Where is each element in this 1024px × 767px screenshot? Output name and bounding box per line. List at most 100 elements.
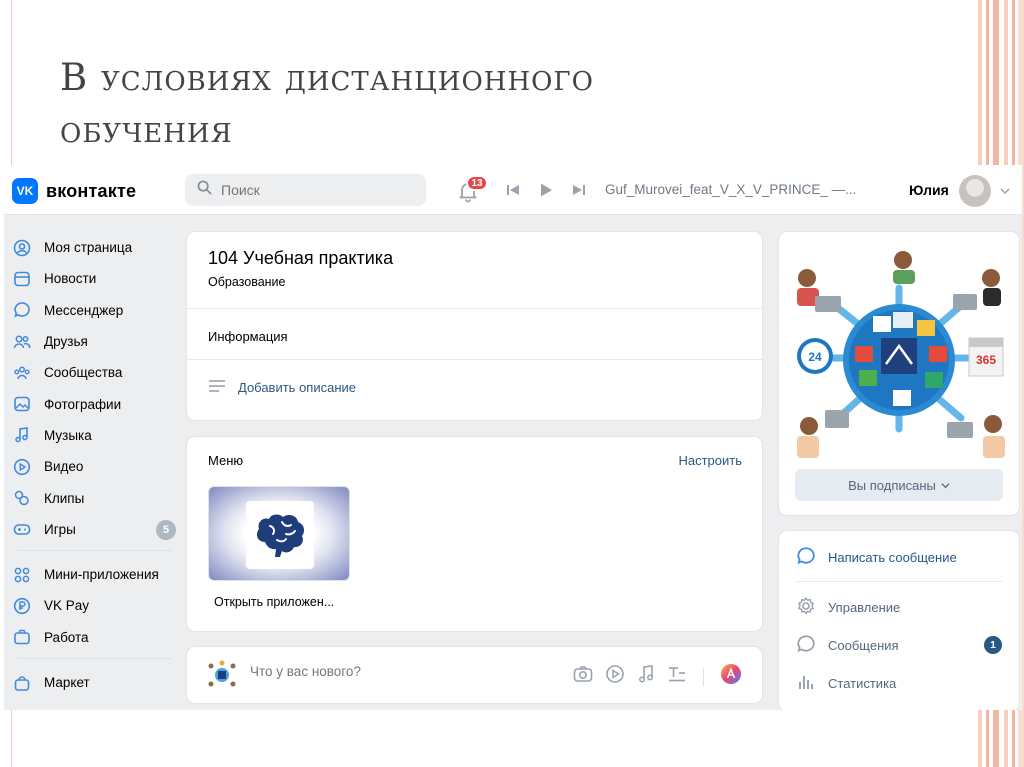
- sidebar-divider: [18, 657, 172, 659]
- vk-logo-icon: VK: [12, 178, 38, 204]
- clips-icon: [12, 488, 32, 508]
- group-cover-card: 24 365 Вы подписаны: [779, 232, 1019, 515]
- user-name[interactable]: Юлия: [909, 182, 949, 198]
- play-icon[interactable]: [538, 182, 554, 203]
- divider: [187, 308, 762, 309]
- manage-button[interactable]: Управление: [796, 596, 900, 619]
- write-message-button[interactable]: Написать сообщение: [796, 546, 957, 569]
- add-description-link[interactable]: Добавить описание: [208, 379, 356, 396]
- bar-chart-icon: [796, 672, 816, 695]
- friends-icon: [12, 332, 32, 352]
- gamepad-icon: [12, 519, 32, 539]
- color-poster-icon[interactable]: [720, 663, 742, 690]
- subscribed-label: Вы подписаны: [848, 477, 936, 493]
- messages-label: Сообщения: [828, 638, 899, 653]
- market-icon: [12, 673, 32, 693]
- sidebar-item-photos[interactable]: Фотографии: [12, 388, 172, 419]
- sidebar-item-label: Видео: [44, 459, 84, 475]
- sidebar-item-label: Мини-приложения: [44, 567, 159, 583]
- sidebar-item-friends[interactable]: Друзья: [12, 326, 172, 357]
- group-actions-card: Написать сообщение Управление Сообщения …: [779, 531, 1019, 710]
- sidebar-item-label: Сообщества: [44, 365, 123, 381]
- tools-divider: [703, 667, 704, 686]
- sidebar-item-vk-pay[interactable]: VK Pay: [12, 590, 172, 621]
- group-info-card: 104 Учебная практика Образование Информа…: [187, 232, 762, 420]
- article-icon[interactable]: [667, 665, 687, 688]
- news-icon: [12, 269, 32, 289]
- message-icon: [12, 300, 32, 320]
- mini-apps-icon: [12, 565, 32, 585]
- brain-icon: [246, 501, 314, 569]
- sidebar-item-label: Музыка: [44, 427, 92, 443]
- search-box[interactable]: [185, 174, 426, 206]
- messages-button[interactable]: Сообщения: [796, 634, 899, 657]
- sidebar-item-label: Фотографии: [44, 396, 122, 412]
- sidebar-item-my-page[interactable]: Моя страница: [12, 232, 172, 263]
- notifications-badge: 13: [466, 175, 488, 191]
- sidebar-item-market[interactable]: Маркет: [12, 667, 172, 698]
- add-description-label: Добавить описание: [238, 380, 356, 395]
- video-play-icon[interactable]: [605, 664, 625, 689]
- search-input[interactable]: [221, 182, 411, 198]
- sidebar-item-label: Маркет: [44, 675, 90, 690]
- info-section-label: Информация: [208, 329, 288, 344]
- message-bubble-icon: [796, 546, 816, 569]
- communities-icon: [12, 363, 32, 383]
- briefcase-icon: [12, 627, 32, 647]
- menu-title: Меню: [208, 453, 244, 468]
- app-tile[interactable]: [208, 486, 350, 581]
- group-avatar: [207, 660, 237, 690]
- next-track-icon[interactable]: [572, 183, 586, 202]
- sidebar-item-communities[interactable]: Сообщества: [12, 357, 172, 388]
- previous-track-icon[interactable]: [506, 183, 520, 202]
- sidebar-item-label: Мессенджер: [44, 302, 124, 318]
- statistics-button[interactable]: Статистика: [796, 672, 896, 695]
- player-track-title[interactable]: Guf_Murovei_feat_V_X_V_PRINCE_ —...: [605, 182, 856, 197]
- games-counter-badge: 5: [156, 519, 176, 540]
- sidebar-item-clips[interactable]: Клипы: [12, 482, 172, 513]
- sidebar-item-work[interactable]: Работа: [12, 622, 172, 653]
- cover-365-label: 365: [976, 353, 996, 367]
- sidebar-item-label: Игры: [44, 521, 76, 537]
- chevron-down-icon: [941, 478, 950, 493]
- video-icon: [12, 457, 32, 477]
- sidebar-item-label: Клипы: [44, 490, 85, 506]
- sidebar-item-games[interactable]: Игры 5: [12, 514, 176, 545]
- vkpay-icon: [12, 596, 32, 616]
- sidebar-item-mini-apps[interactable]: Мини-приложения: [12, 559, 172, 590]
- configure-menu-link[interactable]: Настроить: [678, 453, 742, 468]
- chevron-down-icon[interactable]: [1000, 183, 1010, 201]
- sidebar-item-news[interactable]: Новости: [12, 263, 172, 294]
- new-post-input[interactable]: [250, 664, 550, 679]
- slide-title-line2: обучения: [60, 108, 233, 151]
- camera-icon[interactable]: [573, 665, 593, 688]
- app-tile-label[interactable]: Открыть приложен...: [214, 595, 334, 609]
- write-message-label: Написать сообщение: [828, 550, 957, 565]
- sidebar-item-video[interactable]: Видео: [12, 451, 172, 482]
- subscribed-button[interactable]: Вы подписаны: [795, 469, 1003, 501]
- menu-card: Меню Настроить Открыть приложен...: [187, 437, 762, 631]
- sidebar-item-label: Новости: [44, 271, 97, 287]
- group-cover-image: 24 365: [793, 246, 1005, 461]
- audio-player-controls: [506, 182, 586, 203]
- user-avatar[interactable]: [959, 175, 991, 207]
- group-title: 104 Учебная практика: [208, 248, 394, 268]
- music-note-icon[interactable]: [637, 664, 655, 689]
- slide-title: В условиях дистанционного обучения: [60, 52, 960, 156]
- statistics-label: Статистика: [828, 676, 897, 691]
- sidebar-item-music[interactable]: Музыка: [12, 420, 172, 451]
- left-sidebar: Моя страница Новости Мессенджер Друзья С…: [12, 232, 176, 698]
- sidebar-divider: [18, 549, 172, 551]
- divider: [187, 359, 762, 360]
- post-tools: [573, 663, 742, 690]
- gear-icon: [796, 596, 816, 619]
- sidebar-item-label: Работа: [44, 629, 89, 645]
- photo-icon: [12, 394, 32, 414]
- vk-logo[interactable]: VK вконтакте: [12, 178, 136, 204]
- music-icon: [12, 425, 32, 445]
- slide-title-line1: В условиях дистанционного: [60, 56, 594, 99]
- cover-24-label: 24: [808, 350, 822, 364]
- sidebar-item-messenger[interactable]: Мессенджер: [12, 295, 172, 326]
- top-bar: VK вконтакте 13 Guf_Murovei_feat_V_X_V_P…: [4, 165, 1022, 215]
- vk-screenshot: VK вконтакте 13 Guf_Murovei_feat_V_X_V_P…: [4, 165, 1022, 710]
